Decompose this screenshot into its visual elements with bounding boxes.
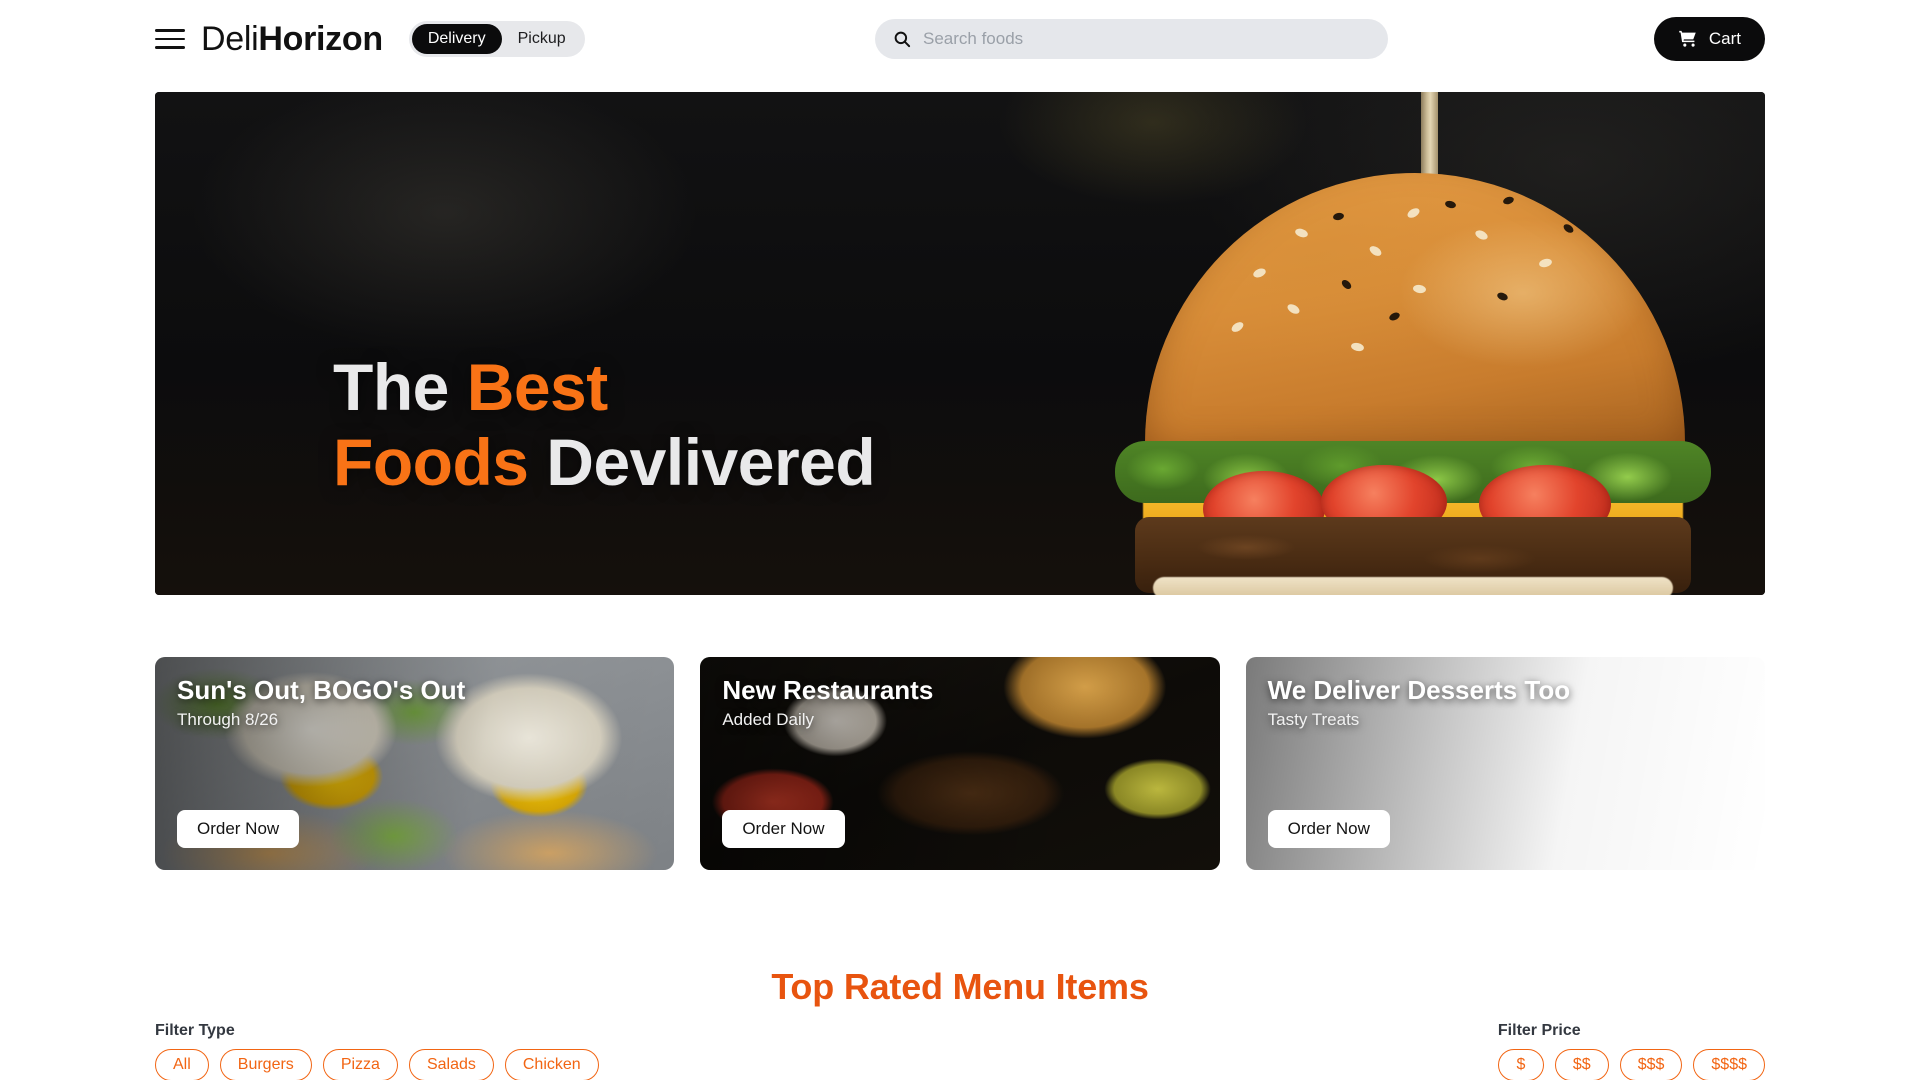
hero-headline-line-1: The Best xyxy=(333,350,608,424)
hero-banner: The Best Foods Devlivered xyxy=(155,92,1765,595)
cart-button[interactable]: Cart xyxy=(1653,17,1765,61)
delivery-pickup-toggle[interactable]: Delivery Pickup xyxy=(408,21,585,57)
search-input[interactable] xyxy=(923,19,1370,59)
price-chip-2[interactable]: $$ xyxy=(1554,1049,1609,1080)
promo-card-row: Sun's Out, BOGO's Out Through 8/26 Order… xyxy=(155,657,1765,870)
filter-chip-all[interactable]: All xyxy=(155,1049,209,1080)
price-chip-4[interactable]: $$$$ xyxy=(1693,1049,1765,1080)
price-chip-3[interactable]: $$$ xyxy=(1619,1049,1683,1080)
filter-chip-salads[interactable]: Salads xyxy=(408,1049,494,1080)
hamburger-bar xyxy=(155,37,185,41)
filter-price-chips: $ $$ $$$ $$$$ xyxy=(1497,1049,1765,1080)
site-header: DeliHorizon Delivery Pickup Cart xyxy=(0,0,1920,78)
brand-logo[interactable]: DeliHorizon xyxy=(201,22,383,56)
promo-card-title: Sun's Out, BOGO's Out xyxy=(177,675,466,705)
promo-card[interactable]: New Restaurants Added Daily Order Now xyxy=(700,657,1220,870)
promo-card[interactable]: Sun's Out, BOGO's Out Through 8/26 Order… xyxy=(155,657,675,870)
brand-name-first: Deli xyxy=(201,20,259,58)
filter-price-group: Filter Price $ $$ $$$ $$$$ xyxy=(1497,1022,1765,1080)
promo-card-subtitle: Through 8/26 xyxy=(177,710,279,729)
promo-card-title: We Deliver Desserts Too xyxy=(1267,675,1571,705)
filters-row: Filter Type All Burgers Pizza Salads Chi… xyxy=(155,1022,1765,1080)
price-chip-1[interactable]: $ xyxy=(1497,1049,1544,1080)
brand-group: DeliHorizon Delivery Pickup xyxy=(155,21,585,57)
brand-name-second: Horizon xyxy=(258,20,383,58)
filter-price-label: Filter Price xyxy=(1497,1022,1581,1039)
promo-card-title: New Restaurants xyxy=(722,675,934,705)
promo-card[interactable]: We Deliver Desserts Too Tasty Treats Ord… xyxy=(1245,657,1765,870)
filter-type-group: Filter Type All Burgers Pizza Salads Chi… xyxy=(155,1022,599,1080)
hero-headline-line-2: Foods Devlivered xyxy=(333,424,876,499)
promo-card-subtitle: Added Daily xyxy=(722,710,814,729)
toggle-option-pickup[interactable]: Pickup xyxy=(502,24,582,54)
hero-burger-image xyxy=(1107,165,1717,595)
promo-card-subtitle: Tasty Treats xyxy=(1267,710,1360,729)
filter-chip-chicken[interactable]: Chicken xyxy=(504,1049,599,1080)
cart-button-label: Cart xyxy=(1708,29,1741,48)
hamburger-bar xyxy=(155,29,185,32)
filter-type-chips: All Burgers Pizza Salads Chicken xyxy=(155,1049,599,1080)
burger-top-bun xyxy=(1145,173,1685,473)
hamburger-bar xyxy=(155,46,185,49)
search-bar[interactable] xyxy=(875,19,1388,59)
promo-order-now-button[interactable]: Order Now xyxy=(1267,810,1390,848)
filter-chip-pizza[interactable]: Pizza xyxy=(322,1049,398,1080)
hamburger-menu-icon[interactable] xyxy=(155,26,185,52)
toggle-option-delivery[interactable]: Delivery xyxy=(411,24,502,54)
hero-headline: The Best Foods Devlivered xyxy=(333,350,876,499)
filter-chip-burgers[interactable]: Burgers xyxy=(219,1049,312,1080)
promo-order-now-button[interactable]: Order Now xyxy=(177,810,300,848)
page-title: Top Rated Menu Items xyxy=(771,966,1149,1007)
promo-order-now-button[interactable]: Order Now xyxy=(722,810,845,848)
burger-bottom-bun-sauce xyxy=(1153,577,1673,595)
filter-type-label: Filter Type xyxy=(155,1022,235,1039)
sesame-seeds xyxy=(1145,173,1685,473)
shopping-cart-icon xyxy=(1679,30,1696,47)
search-icon xyxy=(894,31,911,48)
